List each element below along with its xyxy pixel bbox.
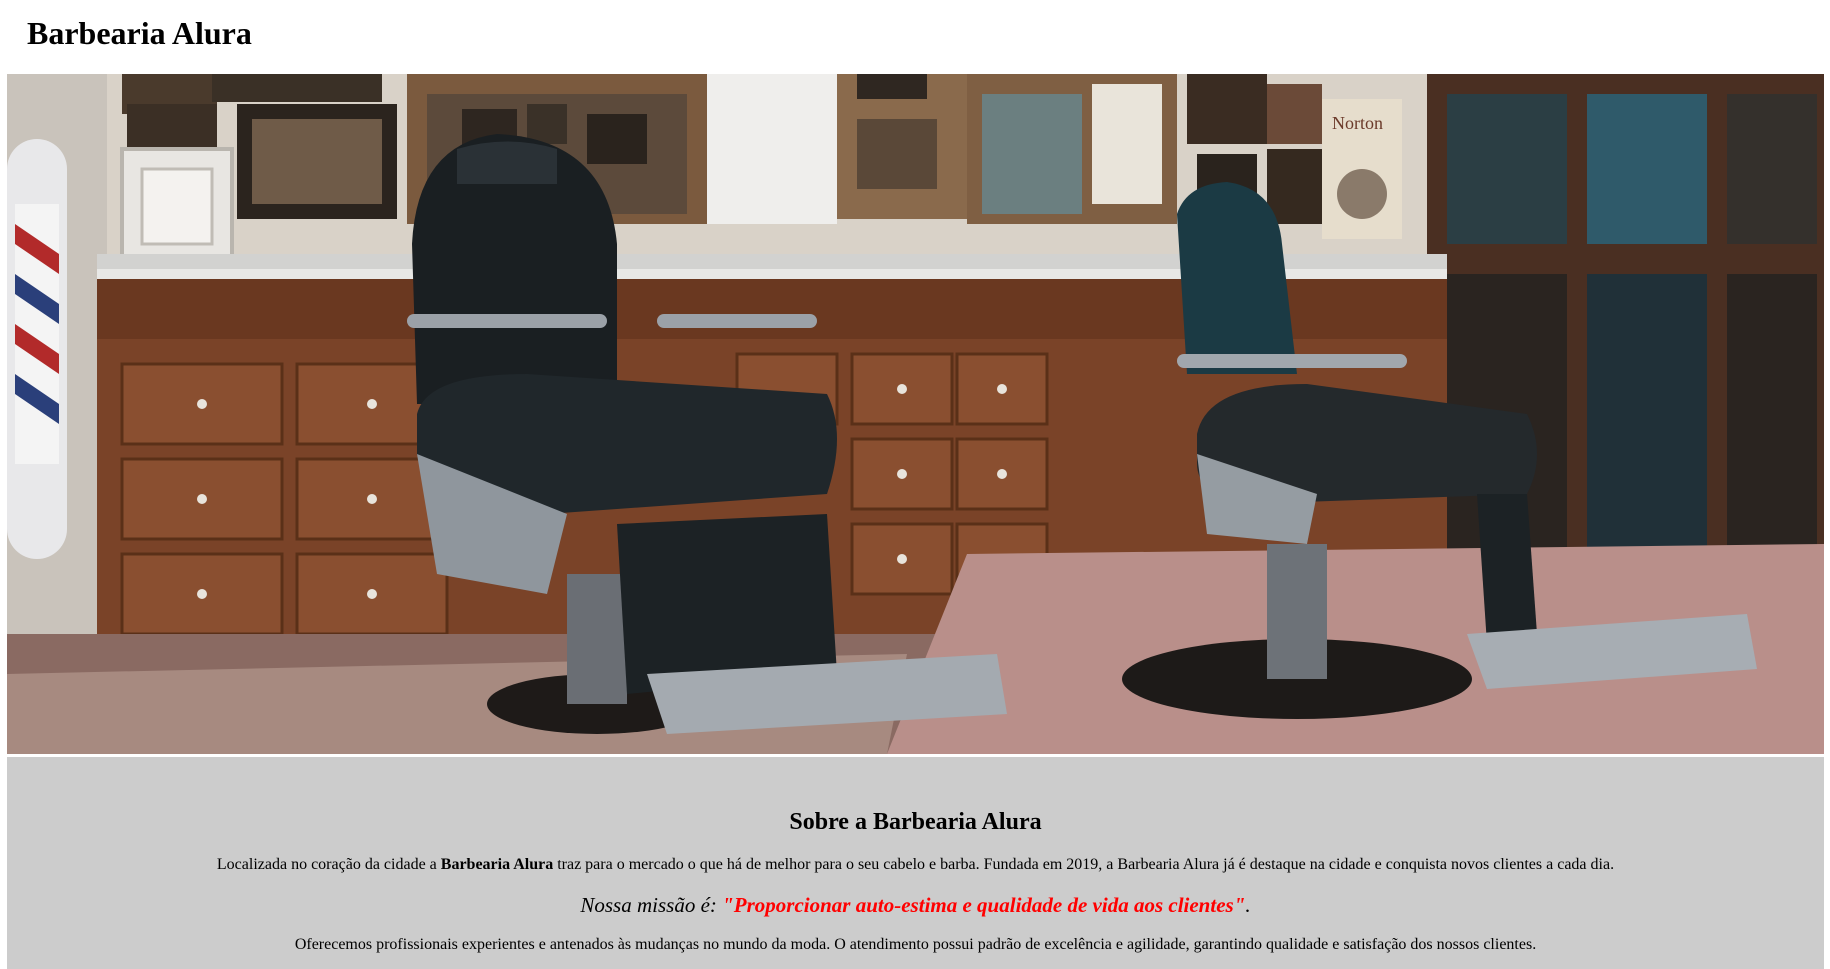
about-text-start: Localizada no coração da cidade a	[216, 856, 441, 873]
mission-quote: "Proporcionar auto-estima e qualidade de…	[722, 893, 1246, 917]
hero-banner-image: Norton	[7, 74, 1824, 754]
mission-statement: Nossa missão é: "Proporcionar auto-estim…	[7, 892, 1824, 918]
norton-sign-text: Norton	[1332, 113, 1383, 133]
about-section: Sobre a Barbearia Alura Localizada no co…	[7, 757, 1824, 969]
site-title: Barbearia Alura	[27, 15, 252, 51]
about-text-end: traz para o mercado o que há de melhor p…	[553, 856, 1615, 873]
about-brand-name: Barbearia Alura	[440, 856, 554, 873]
page-header: Barbearia Alura	[0, 0, 1830, 74]
mission-end: .	[1245, 893, 1251, 917]
services-paragraph: Oferecemos profissionais experientes e a…	[294, 936, 1537, 953]
about-heading: Sobre a Barbearia Alura	[789, 809, 1042, 835]
about-paragraph: Localizada no coração da cidade a Barbea…	[7, 855, 1824, 875]
barbershop-illustration: Norton	[7, 74, 1824, 754]
mission-label: Nossa missão é:	[580, 893, 723, 917]
